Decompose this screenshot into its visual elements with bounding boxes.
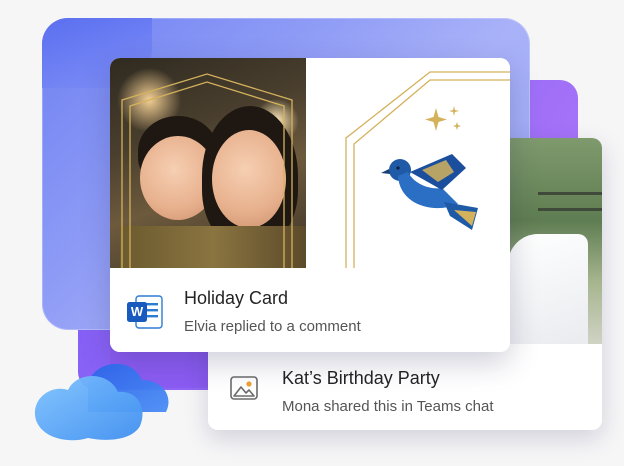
card-info: W Holiday Card Elvia replied to a commen…	[110, 268, 510, 352]
card-activity: Mona shared this in Teams chat	[282, 398, 494, 415]
birthday-photo	[508, 138, 602, 344]
card-title[interactable]: Kat’s Birthday Party	[282, 368, 440, 389]
photo-railing	[538, 208, 602, 211]
card-title[interactable]: Holiday Card	[184, 288, 288, 309]
image-icon	[228, 372, 260, 404]
bird-icon	[381, 154, 478, 230]
file-card-holiday-card[interactable]: W Holiday Card Elvia replied to a commen…	[110, 58, 510, 352]
photo-railing	[538, 192, 602, 195]
photo-person-shirt	[508, 234, 588, 344]
word-icon-letter: W	[130, 304, 144, 319]
onedrive-cloud-icon	[34, 363, 169, 441]
word-icon: W	[126, 292, 164, 332]
sparkle-icon	[425, 106, 461, 131]
card-preview-area	[110, 58, 510, 268]
card-activity: Elvia replied to a comment	[184, 318, 361, 335]
card-info: Kat’s Birthday Party Mona shared this in…	[208, 344, 602, 430]
